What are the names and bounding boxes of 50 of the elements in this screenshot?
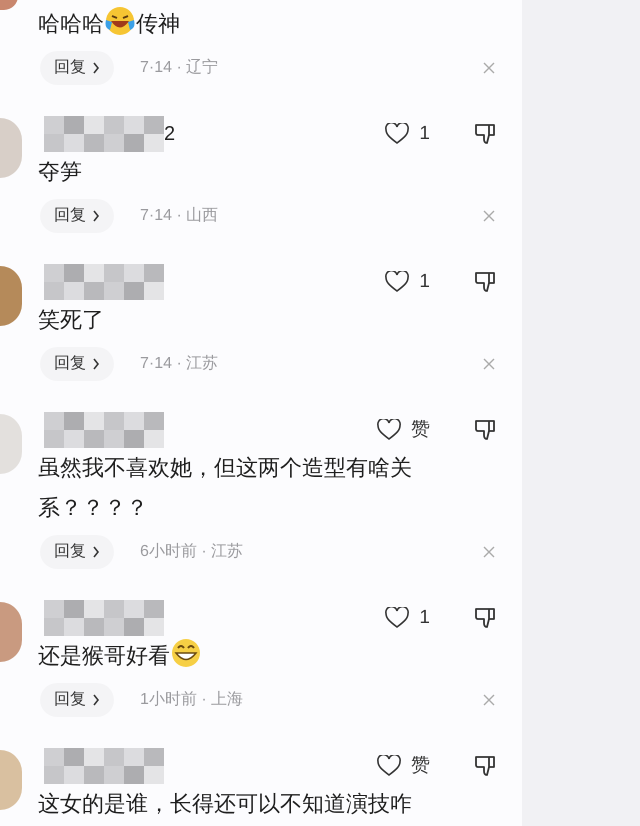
- comment-text: 还是猴哥好看: [38, 636, 496, 676]
- chevron-right-icon: [92, 358, 100, 370]
- close-icon[interactable]: [482, 545, 496, 559]
- close-icon[interactable]: [482, 209, 496, 223]
- avatar[interactable]: [0, 0, 18, 10]
- reply-button[interactable]: 回复: [40, 683, 114, 717]
- avatar[interactable]: [0, 602, 22, 662]
- heart-icon: [385, 123, 410, 145]
- avatar[interactable]: [0, 750, 22, 810]
- heart-icon: [377, 755, 401, 777]
- thumbs-down-icon[interactable]: [474, 122, 498, 146]
- heart-icon: [385, 271, 410, 293]
- reply-button[interactable]: 回复: [40, 51, 114, 85]
- comment-text: 哈哈哈 传神: [38, 4, 496, 44]
- heart-icon: [377, 419, 401, 441]
- heart-icon: [385, 607, 410, 629]
- time-location-text: 6小时前 · 江苏: [140, 542, 244, 562]
- comment-text: 虽然我不喜欢她，但这两个造型有啥关系？？？？: [38, 454, 413, 522]
- close-icon[interactable]: [482, 61, 496, 75]
- like-button[interactable]: 赞: [374, 752, 430, 780]
- close-icon[interactable]: [482, 693, 496, 707]
- comment-text: 夺笋: [38, 158, 83, 186]
- comment-text: 笑死了: [38, 306, 105, 334]
- reply-button[interactable]: 回复: [40, 535, 114, 569]
- time-location-text: 7·14 · 辽宁: [140, 58, 218, 78]
- thumbs-down-icon[interactable]: [474, 270, 498, 294]
- time-location-text: 7·14 · 山西: [140, 206, 218, 226]
- chevron-right-icon: [92, 210, 100, 222]
- chevron-right-icon: [92, 546, 100, 558]
- comment-text: 这女的是谁，长得还可以不知道演技咋: [38, 790, 413, 818]
- time-location-text: 7·14 · 江苏: [140, 354, 218, 374]
- reply-button[interactable]: 回复: [40, 199, 114, 233]
- avatar[interactable]: [0, 118, 22, 178]
- like-button[interactable]: 赞: [374, 416, 430, 444]
- username-text: 2: [164, 122, 176, 147]
- reply-button[interactable]: 回复: [40, 347, 114, 381]
- avatar[interactable]: [0, 414, 22, 474]
- like-button[interactable]: 1: [374, 120, 430, 148]
- like-button[interactable]: 1: [374, 268, 430, 296]
- thumbs-down-icon[interactable]: [474, 606, 498, 630]
- avatar[interactable]: [0, 266, 22, 326]
- laughing-tears-emoji-icon: [104, 6, 136, 36]
- thumbs-down-icon[interactable]: [474, 754, 498, 778]
- thumbs-down-icon[interactable]: [474, 418, 498, 442]
- close-icon[interactable]: [482, 357, 496, 371]
- chevron-right-icon: [92, 62, 100, 74]
- grinning-face-icon: [170, 638, 202, 668]
- time-location-text: 1小时前 · 上海: [140, 690, 244, 710]
- like-button[interactable]: 1: [374, 604, 430, 632]
- chevron-right-icon: [92, 694, 100, 706]
